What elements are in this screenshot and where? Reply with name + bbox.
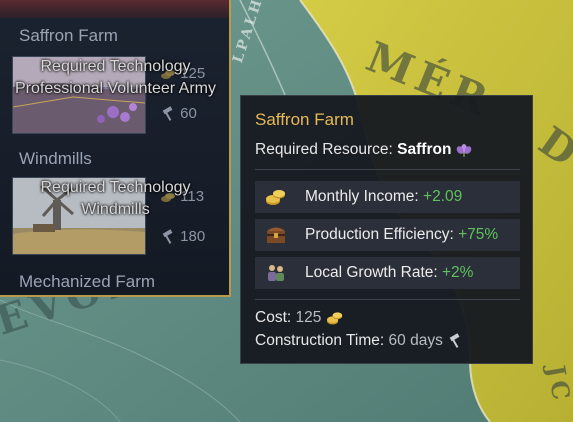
hammer-icon (162, 106, 173, 121)
panel-top-band (0, 0, 229, 18)
required-technology-title: Required Technology (40, 179, 191, 196)
treasure-chest-icon (267, 227, 285, 243)
tooltip-title: Saffron Farm (255, 110, 354, 129)
building-card-windmills[interactable]: Windmills 113 180 Required Technology Wi… (10, 145, 222, 257)
modifier-local-growth-rate: Local Growth Rate: +2% (255, 257, 520, 289)
building-card-mechanized-farm[interactable]: Mechanized Farm (10, 266, 222, 295)
cost-label: Cost: (255, 309, 292, 326)
modifier-value: +75% (458, 226, 499, 243)
required-technology-name: Windmills (81, 201, 150, 218)
divider (255, 299, 520, 300)
required-technology-title: Required Technology (40, 58, 191, 75)
construction-time-value: 60 days (388, 332, 443, 349)
saffron-flower-icon (456, 143, 472, 157)
building-card-saffron-farm[interactable]: Saffron Farm 125 60 Required Technology … (10, 22, 222, 140)
required-resource-value: Saffron (397, 141, 452, 158)
map-label-jc: JC (541, 363, 573, 406)
gold-coins-icon (326, 312, 342, 325)
required-technology-name: Professional Volunteer Army (15, 80, 216, 97)
modifier-monthly-income: Monthly Income: +2.09 (255, 181, 520, 213)
cost-line: Cost: 125 (255, 309, 344, 327)
modifier-label: Monthly Income: (305, 188, 419, 205)
construction-time-line: Construction Time: 60 days (255, 332, 463, 350)
building-list-panel[interactable]: Saffron Farm 125 60 Required Technology … (0, 0, 231, 297)
building-title: Saffron Farm (19, 26, 118, 45)
hammer-icon (449, 333, 460, 348)
modifier-value: +2.09 (423, 188, 463, 205)
divider (255, 169, 520, 170)
required-technology-overlay: Required Technology Windmills (0, 177, 229, 221)
construction-time-label: Construction Time: (255, 332, 385, 349)
cost-value: 125 (295, 309, 322, 326)
modifier-label: Production Efficiency: (305, 226, 454, 243)
building-title: Windmills (19, 149, 92, 168)
modifier-label: Local Growth Rate: (305, 264, 438, 281)
modifier-value: +2% (442, 264, 474, 281)
hammer-icon (162, 229, 173, 244)
modifier-production-efficiency: Production Efficiency: +75% (255, 219, 520, 251)
required-technology-overlay: Required Technology Professional Volunte… (0, 56, 229, 100)
gold-coins-icon (266, 190, 285, 205)
building-time: 60 (160, 105, 197, 122)
required-resource-label: Required Resource: (255, 141, 393, 158)
building-title: Mechanized Farm (19, 272, 156, 291)
required-resource: Required Resource: Saffron (255, 141, 472, 159)
building-time: 180 (160, 228, 205, 245)
population-icon (268, 265, 284, 281)
building-tooltip: Saffron Farm Required Resource: Saffron … (240, 95, 533, 364)
